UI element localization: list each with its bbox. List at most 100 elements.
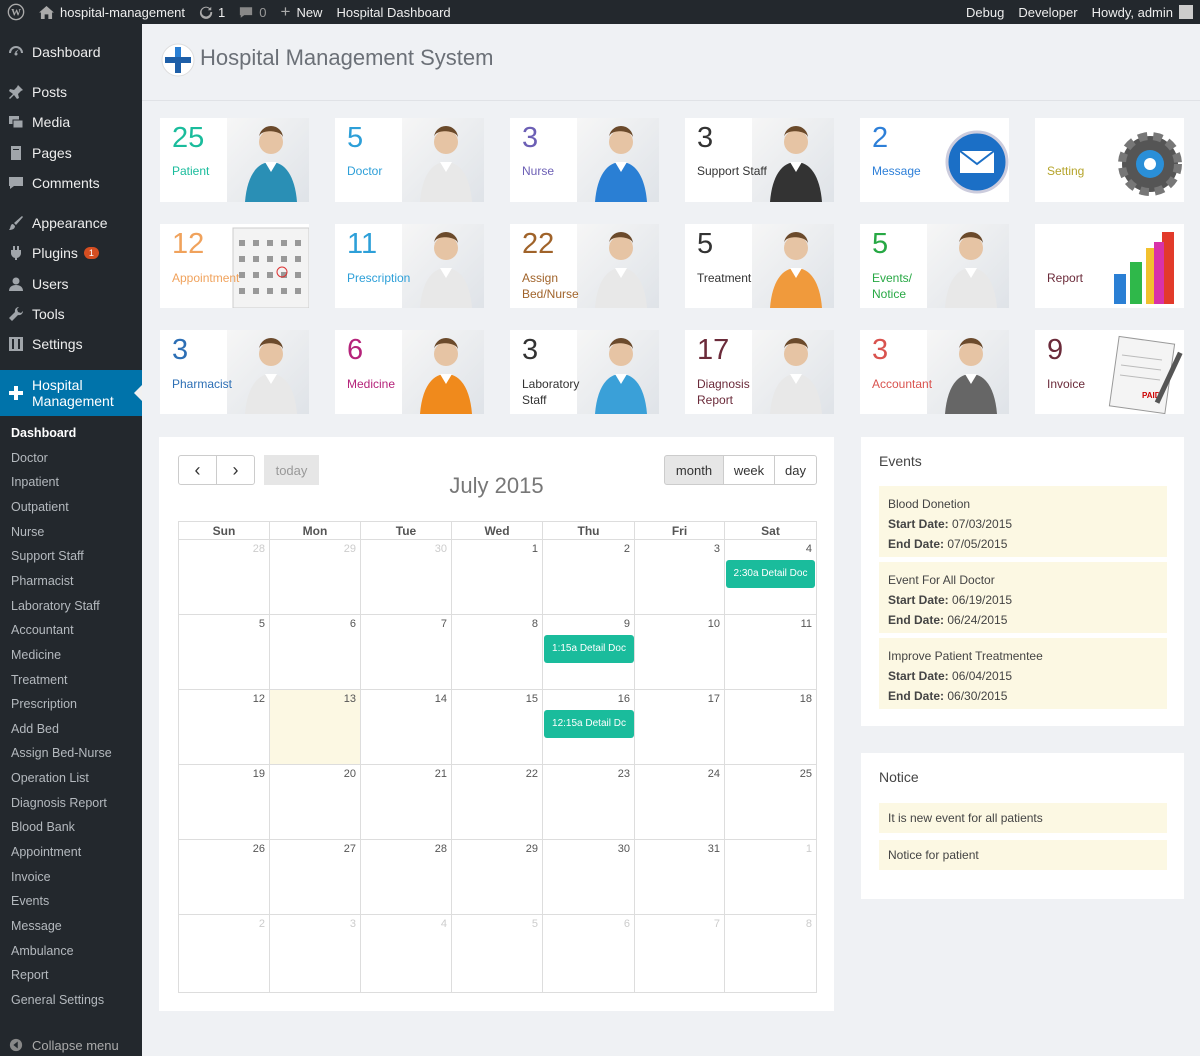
submenu-item-add-bed[interactable]: Add Bed	[11, 722, 59, 736]
collapse-menu-button[interactable]: Collapse menu	[0, 1034, 142, 1056]
submenu-item-outpatient[interactable]: Outpatient	[11, 500, 69, 514]
calendar-day-cell[interactable]: 27	[270, 840, 361, 915]
tile-doctor[interactable]: 5 Doctor	[335, 118, 484, 202]
calendar-day-cell[interactable]: 3	[270, 915, 361, 993]
calendar-day-cell[interactable]: 14	[361, 690, 452, 765]
submenu-item-diagnosis-report[interactable]: Diagnosis Report	[11, 796, 107, 810]
debug-link[interactable]: Debug	[959, 0, 1011, 24]
calendar-day-cell[interactable]: 12	[179, 690, 270, 765]
calendar-day-cell[interactable]: 15	[452, 690, 543, 765]
tile-treatment[interactable]: 5 Treatment	[685, 224, 834, 308]
sidebar-item-posts[interactable]: Posts	[0, 78, 142, 106]
calendar-day-cell[interactable]: 23	[543, 765, 635, 840]
calendar-day-cell[interactable]: 25	[725, 765, 816, 840]
calendar-day-cell[interactable]: 2	[179, 915, 270, 993]
calendar-day-cell[interactable]: 17	[635, 690, 725, 765]
updates-link[interactable]: 1	[192, 0, 232, 24]
calendar-day-cell[interactable]: 13	[270, 690, 361, 765]
submenu-item-blood-bank[interactable]: Blood Bank	[11, 820, 75, 834]
tile-laboratory-staff[interactable]: 3 Laboratory Staff	[510, 330, 659, 414]
new-link[interactable]: + New	[274, 0, 330, 24]
calendar-day-cell[interactable]: 26	[179, 840, 270, 915]
submenu-item-assign-bed-nurse[interactable]: Assign Bed-Nurse	[11, 746, 112, 760]
tile-prescription[interactable]: 11 Prescription	[335, 224, 484, 308]
calendar-day-cell[interactable]: 6	[270, 615, 361, 690]
submenu-item-invoice[interactable]: Invoice	[11, 870, 51, 884]
site-name-link[interactable]: hospital-management	[32, 0, 192, 24]
calendar-event[interactable]: 2:30a Detail Doc	[726, 560, 815, 588]
submenu-item-dashboard[interactable]: Dashboard	[11, 426, 76, 440]
event-item[interactable]: Improve Patient Treatmentee Start Date: 0…	[879, 638, 1167, 709]
event-item[interactable]: Event For All Doctor Start Date: 06/19/20…	[879, 562, 1167, 633]
tile-invoice[interactable]: PAID 9 Invoice	[1035, 330, 1184, 414]
submenu-item-treatment[interactable]: Treatment	[11, 673, 68, 687]
tile-setting[interactable]: Setting	[1035, 118, 1184, 202]
sidebar-item-comments[interactable]: Comments	[0, 169, 142, 197]
notice-item[interactable]: It is new event for all patients	[879, 803, 1167, 833]
tile-message[interactable]: 2 Message	[860, 118, 1009, 202]
calendar-day-cell[interactable]: 1	[725, 840, 816, 915]
tile-patient[interactable]: 25 Patient	[160, 118, 309, 202]
calendar-day-cell[interactable]: 21	[361, 765, 452, 840]
page-link[interactable]: Hospital Dashboard	[329, 0, 457, 24]
calendar-day-cell[interactable]: 3	[635, 540, 725, 615]
submenu-item-ambulance[interactable]: Ambulance	[11, 944, 74, 958]
calendar-day-cell[interactable]: 22	[452, 765, 543, 840]
tile-appointment[interactable]: 12 Appointment	[160, 224, 309, 308]
submenu-item-report[interactable]: Report	[11, 968, 49, 982]
calendar-day-cell[interactable]: 20	[270, 765, 361, 840]
tile-medicine[interactable]: 6 Medicine	[335, 330, 484, 414]
calendar-day-cell[interactable]: 28	[179, 540, 270, 615]
tile-support-staff[interactable]: 3 Support Staff	[685, 118, 834, 202]
submenu-item-doctor[interactable]: Doctor	[11, 451, 48, 465]
submenu-item-events[interactable]: Events	[11, 894, 49, 908]
calendar-day-cell[interactable]: 5	[452, 915, 543, 993]
calendar-day-cell[interactable]: 7	[635, 915, 725, 993]
wordpress-logo-icon[interactable]: W	[0, 0, 32, 24]
sidebar-item-plugins[interactable]: Plugins 1	[0, 239, 142, 267]
calendar-day-cell[interactable]: 8	[725, 915, 816, 993]
tile-report[interactable]: Report	[1035, 224, 1184, 308]
developer-link[interactable]: Developer	[1011, 0, 1084, 24]
calendar-day-cell[interactable]: 28	[361, 840, 452, 915]
submenu-item-prescription[interactable]: Prescription	[11, 697, 77, 711]
sidebar-item-pages[interactable]: Pages	[0, 139, 142, 167]
submenu-item-laboratory-staff[interactable]: Laboratory Staff	[11, 599, 100, 613]
submenu-item-nurse[interactable]: Nurse	[11, 525, 44, 539]
submenu-item-support-staff[interactable]: Support Staff	[11, 549, 84, 563]
calendar-day-cell[interactable]: 19	[179, 765, 270, 840]
sidebar-item-media[interactable]: Media	[0, 108, 142, 136]
submenu-item-general-settings[interactable]: General Settings	[11, 993, 104, 1007]
calendar-day-cell[interactable]: 29	[270, 540, 361, 615]
calendar-day-cell[interactable]: 7	[361, 615, 452, 690]
calendar-day-cell[interactable]: 30	[543, 840, 635, 915]
calendar-day-cell[interactable]: 2	[543, 540, 635, 615]
calendar-day-cell[interactable]: 6	[543, 915, 635, 993]
submenu-item-inpatient[interactable]: Inpatient	[11, 475, 59, 489]
submenu-item-appointment[interactable]: Appointment	[11, 845, 81, 859]
submenu-item-accountant[interactable]: Accountant	[11, 623, 74, 637]
submenu-item-operation-list[interactable]: Operation List	[11, 771, 89, 785]
calendar-day-cell[interactable]: 10	[635, 615, 725, 690]
comments-link[interactable]: 0	[232, 0, 273, 24]
notice-item[interactable]: Notice for patient	[879, 840, 1167, 870]
calendar-day-cell[interactable]: 29	[452, 840, 543, 915]
event-item[interactable]: Blood Donetion Start Date: 07/03/2015 End …	[879, 486, 1167, 557]
tile-diagnosis-report[interactable]: 17 Diagnosis Report	[685, 330, 834, 414]
sidebar-item-dashboard[interactable]: Dashboard	[0, 38, 142, 66]
calendar-day-cell[interactable]: 31	[635, 840, 725, 915]
tile-assign-bed-nurse[interactable]: 22 Assign Bed/Nurse	[510, 224, 659, 308]
calendar-day-cell[interactable]: 8	[452, 615, 543, 690]
sidebar-item-settings[interactable]: Settings	[0, 330, 142, 358]
submenu-item-message[interactable]: Message	[11, 919, 62, 933]
account-link[interactable]: Howdy, admin	[1085, 0, 1200, 24]
submenu-item-pharmacist[interactable]: Pharmacist	[11, 574, 74, 588]
sidebar-item-hospital-management[interactable]: Hospital Management	[0, 370, 142, 416]
calendar-day-cell[interactable]: 24	[635, 765, 725, 840]
calendar-event[interactable]: 1:15a Detail Doc	[544, 635, 634, 663]
tile-pharmacist[interactable]: 3 Pharmacist	[160, 330, 309, 414]
sidebar-item-appearance[interactable]: Appearance	[0, 209, 142, 237]
calendar-day-cell[interactable]: 11	[725, 615, 816, 690]
submenu-item-medicine[interactable]: Medicine	[11, 648, 61, 662]
tile-nurse[interactable]: 3 Nurse	[510, 118, 659, 202]
